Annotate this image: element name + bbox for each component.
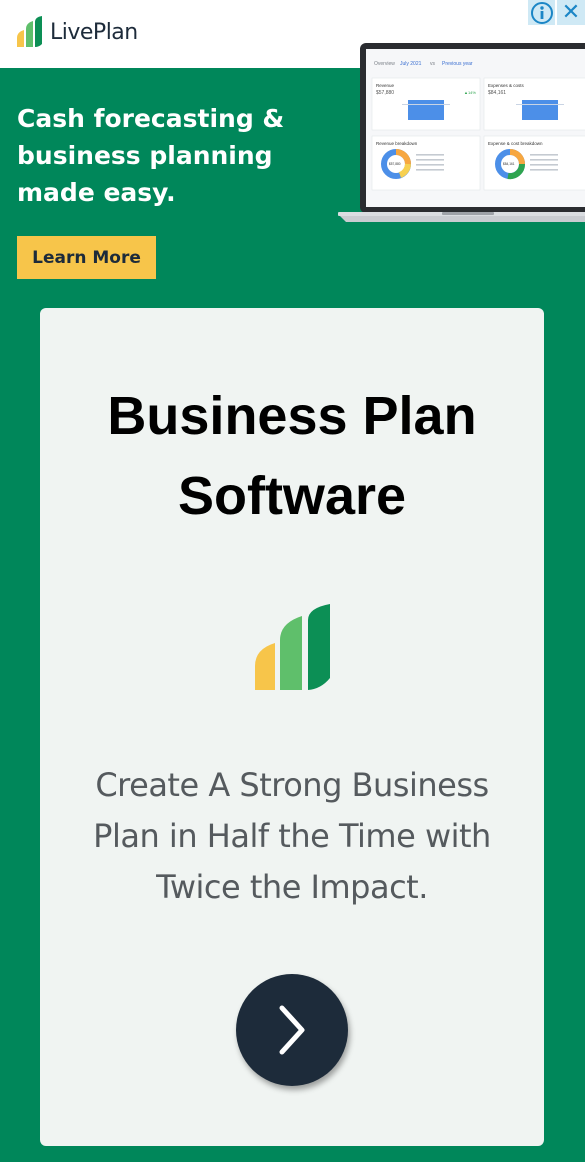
- dash-revenue-label: Revenue: [376, 83, 395, 88]
- dash-revenue-value: $57,880: [376, 90, 394, 96]
- hero-headline: Cash forecasting & business planning mad…: [17, 104, 285, 207]
- dash-expenses-label: Expenses & costs: [488, 83, 525, 88]
- dash-revenue-delta: ▲14%: [464, 90, 476, 95]
- dash-expenses-value: $84,161: [488, 90, 506, 96]
- dash-exp-donut-value: $84,161: [503, 162, 515, 166]
- laptop-dashboard-image: Overview July 2021 vs Previous year Reve…: [338, 43, 585, 222]
- next-button[interactable]: [236, 974, 348, 1086]
- dash-rev-donut-value: $57,880: [389, 162, 401, 166]
- card-title: Business Plan Software: [107, 386, 477, 526]
- dash-exp-breakdown-label: Expense & cost breakdown: [488, 141, 543, 146]
- card-subtitle: Create A Strong Business Plan in Half th…: [93, 766, 491, 906]
- dash-rev-breakdown-label: Revenue breakdown: [376, 141, 418, 146]
- learn-more-button[interactable]: Learn More: [17, 236, 156, 279]
- close-icon[interactable]: ✕: [557, 0, 585, 25]
- chevron-right-icon: [279, 1005, 305, 1055]
- liveplan-logo-icon: [17, 16, 42, 47]
- brand-name: LivePlan: [50, 19, 138, 45]
- dash-nav-vs: vs: [430, 61, 436, 67]
- dash-nav-overview: Overview: [374, 61, 395, 67]
- info-icon[interactable]: [528, 0, 555, 25]
- liveplan-bars-icon: [255, 604, 330, 690]
- dash-nav-compare: Previous year: [442, 61, 473, 67]
- liveplan-logo[interactable]: LivePlan: [16, 16, 138, 48]
- promo-card: Business Plan Software Create A Strong B…: [40, 308, 544, 1146]
- dash-nav-period: July 2021: [400, 61, 422, 67]
